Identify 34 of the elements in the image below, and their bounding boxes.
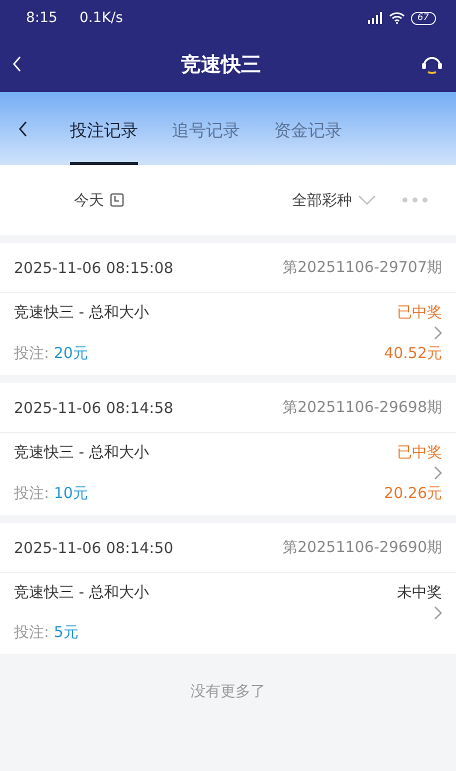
chevron-icon [434, 606, 442, 620]
bet-record-card[interactable]: 2025-11-06 08:14:58 第20251106-29698期 竞速快三 - 总和大小 投注: 10元 已中奖 20.26元 [0, 383, 456, 515]
bet-amount: 投注: 5元 [14, 623, 80, 642]
chevron-icon [434, 326, 442, 340]
wifi-icon [388, 12, 405, 24]
calendar-icon[interactable] [110, 193, 124, 207]
network-speed: 0.1K/s [79, 10, 123, 26]
bet-record-card[interactable]: 2025-11-06 08:14:50 第20251106-29690期 竞速快三 - 总和大小 投注: 5元 未中奖 [0, 523, 456, 654]
result-status: 已中奖 [397, 443, 442, 462]
result-status: 已中奖 [397, 303, 442, 322]
bet-time: 2025-11-06 08:15:08 [14, 258, 174, 276]
game-name: 竞速快三 - 总和大小 [14, 303, 149, 322]
lottery-filter[interactable]: 全部彩种 [292, 190, 352, 210]
game-name: 竞速快三 - 总和大小 [14, 443, 149, 462]
result-status: 未中奖 [397, 583, 442, 602]
status-time: 8:15 [26, 10, 58, 26]
prize-amount: 40.52元 [384, 344, 442, 363]
date-filter[interactable]: 今天 [74, 190, 104, 210]
game-name: 竞速快三 - 总和大小 [14, 583, 149, 602]
page-title: 竞速快三 [180, 50, 262, 78]
bet-amount: 投注: 10元 [14, 484, 89, 503]
no-more-text: 没有更多了 [190, 681, 266, 701]
bet-record-card[interactable]: 2025-11-06 08:15:08 第20251106-29707期 竞速快三 - 总和大小 投注: 20元 已中奖 40.52元 [0, 243, 456, 375]
bet-amount: 投注: 20元 [14, 344, 89, 363]
battery-level: 67 [410, 12, 436, 24]
back-icon[interactable] [18, 120, 28, 136]
chevron-icon [434, 466, 442, 480]
issue-number: 第20251106-29707期 [282, 258, 442, 277]
bet-time: 2025-11-06 08:14:50 [14, 538, 174, 556]
prize-amount: 20.26元 [384, 484, 442, 503]
bet-time: 2025-11-06 08:14:58 [14, 398, 174, 416]
signal-icon [366, 12, 383, 24]
issue-number: 第20251106-29698期 [282, 398, 442, 417]
issue-number: 第20251106-29690期 [282, 538, 442, 557]
